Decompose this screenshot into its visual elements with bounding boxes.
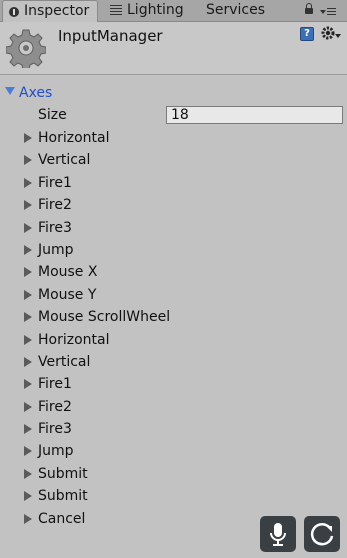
tab-services[interactable]: Services — [206, 0, 265, 21]
axis-item[interactable]: Horizontal — [0, 330, 347, 352]
axes-foldout[interactable]: Axes — [5, 84, 52, 102]
axis-item-label: Mouse ScrollWheel — [38, 309, 171, 326]
axes-list: Horizontal Vertical Fire1 Fire2 Fire3 Ju… — [0, 128, 347, 531]
axis-item[interactable]: Mouse X — [0, 262, 347, 284]
microphone-button[interactable] — [260, 516, 296, 552]
tab-inspector[interactable]: Inspector — [2, 0, 98, 22]
axis-item[interactable]: Fire3 — [0, 419, 347, 441]
axis-item-label: Cancel — [38, 510, 86, 527]
axis-item-label: Fire3 — [38, 421, 72, 438]
axis-item-label: Jump — [38, 443, 74, 460]
collapse-arrow-icon[interactable] — [24, 379, 32, 390]
axis-item[interactable]: Jump — [0, 441, 347, 463]
expand-arrow-icon — [5, 87, 15, 95]
axis-item-label: Fire2 — [38, 197, 72, 214]
axis-item[interactable]: Fire2 — [0, 397, 347, 419]
component-header: InputManager ? — [0, 22, 347, 75]
tab-bar: Inspector Lighting Services — [0, 0, 347, 22]
axis-item[interactable]: Submit — [0, 464, 347, 486]
lock-icon[interactable] — [305, 3, 313, 14]
axis-item[interactable]: Mouse Y — [0, 285, 347, 307]
axis-item-label: Vertical — [38, 152, 91, 169]
size-input[interactable]: 18 — [166, 106, 343, 124]
collapse-arrow-icon[interactable] — [24, 446, 32, 457]
collapse-arrow-icon[interactable] — [24, 155, 32, 166]
info-icon — [9, 7, 19, 17]
microphone-icon — [270, 523, 286, 546]
axis-item-label: Fire1 — [38, 376, 72, 393]
axis-item[interactable]: Fire2 — [0, 195, 347, 217]
collapse-arrow-icon[interactable] — [24, 401, 32, 412]
axis-item[interactable]: Mouse ScrollWheel — [0, 307, 347, 329]
component-title: InputManager — [58, 27, 163, 45]
collapse-arrow-icon[interactable] — [24, 133, 32, 143]
size-label: Size — [38, 107, 67, 123]
collapse-arrow-icon[interactable] — [24, 289, 32, 300]
lighting-icon — [110, 5, 122, 15]
axis-item-label: Mouse Y — [38, 286, 97, 303]
axis-item-label: Submit — [38, 465, 88, 482]
axis-item[interactable]: Jump — [0, 240, 347, 262]
collapse-arrow-icon[interactable] — [24, 334, 32, 345]
menu-icon[interactable] — [320, 7, 336, 17]
axis-item[interactable]: Vertical — [0, 150, 347, 172]
axis-item-label: Horizontal — [38, 331, 110, 348]
axis-item-label: Vertical — [38, 353, 91, 370]
axis-item-label: Fire1 — [38, 174, 72, 191]
tab-inspector-label: Inspector — [24, 3, 90, 19]
axis-item-label: Fire3 — [38, 219, 72, 236]
help-icon[interactable]: ? — [300, 27, 314, 41]
settings-icon[interactable] — [320, 25, 342, 43]
collapse-arrow-icon[interactable] — [24, 244, 32, 255]
collapse-arrow-icon[interactable] — [24, 356, 32, 367]
tab-services-label: Services — [206, 2, 266, 18]
collapse-arrow-icon[interactable] — [24, 513, 32, 524]
axis-item-label: Mouse X — [38, 264, 98, 281]
collapse-arrow-icon[interactable] — [24, 312, 32, 323]
axis-item[interactable]: Submit — [0, 486, 347, 508]
axes-label: Axes — [19, 85, 53, 101]
axis-item-label: Fire2 — [38, 398, 72, 415]
axis-item[interactable]: Vertical — [0, 352, 347, 374]
refresh-icon — [310, 523, 334, 546]
axis-item-label: Horizontal — [38, 130, 110, 146]
collapse-arrow-icon[interactable] — [24, 424, 32, 435]
refresh-button[interactable] — [304, 516, 340, 552]
tab-lighting-label: Lighting — [127, 2, 184, 18]
collapse-arrow-icon[interactable] — [24, 222, 32, 233]
axis-item[interactable]: Fire1 — [0, 173, 347, 195]
collapse-arrow-icon[interactable] — [24, 177, 32, 188]
collapse-arrow-icon[interactable] — [24, 267, 32, 278]
tab-lighting[interactable]: Lighting — [110, 0, 184, 21]
axis-item[interactable]: Fire1 — [0, 374, 347, 396]
axis-item-label: Submit — [38, 488, 88, 505]
axis-item-label: Jump — [38, 241, 74, 258]
collapse-arrow-icon[interactable] — [24, 491, 32, 502]
axis-item[interactable]: Fire3 — [0, 218, 347, 240]
collapse-arrow-icon[interactable] — [24, 468, 32, 479]
axis-item[interactable]: Horizontal — [0, 128, 347, 150]
collapse-arrow-icon[interactable] — [24, 200, 32, 211]
gear-icon — [6, 29, 46, 68]
